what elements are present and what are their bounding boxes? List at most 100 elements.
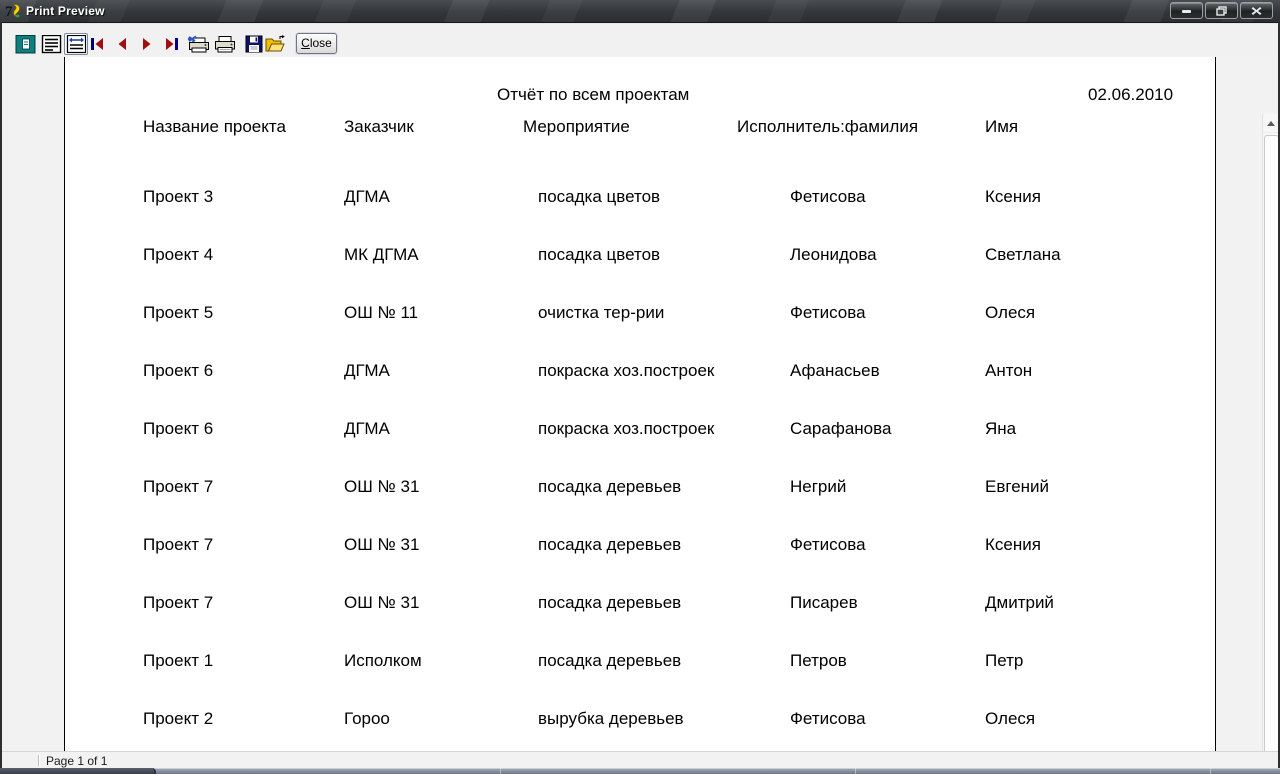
close-preview-button[interactable]: Close <box>296 33 337 54</box>
cell-executor-surname: Фетисова <box>790 303 866 322</box>
vertical-scrollbar[interactable] <box>1262 114 1279 774</box>
cell-customer: ДГМА <box>344 187 390 206</box>
svg-text:7: 7 <box>5 4 13 19</box>
column-header-first-name: Имя <box>985 117 1019 136</box>
cell-project-name: Проект 6 <box>143 419 214 438</box>
cell-first-name: Светлана <box>985 245 1061 264</box>
zoom-100-button[interactable] <box>39 33 63 55</box>
table-row: Проект 6 ДГМА покраска хоз.построек Афанась… <box>65 361 1215 381</box>
table-row: Проект 3 ДГМА посадка цветов Фетисова Ксения <box>65 187 1215 207</box>
cell-executor-surname: Фетисова <box>790 535 866 554</box>
table-row: Проект 7 ОШ № 31 посадка деревьев Фетисова К… <box>65 535 1215 555</box>
cell-project-name: Проект 4 <box>143 245 214 264</box>
cell-first-name: Дмитрий <box>985 593 1054 612</box>
status-bar-divider <box>38 755 39 766</box>
table-row: Проект 2 Гороо вырубка деревьев Фетисова Оле… <box>65 709 1215 729</box>
taskbar-strip <box>0 768 1280 774</box>
cell-project-name: Проект 7 <box>143 593 214 612</box>
table-row: Проект 4 МК ДГМА посадка цветов Леонидова Св… <box>65 245 1215 265</box>
restore-icon <box>1216 5 1227 16</box>
window-title: Print Preview <box>26 4 105 18</box>
column-header-executor-surname: Исполнитель:фамилия <box>737 117 919 136</box>
titlebar: 7 Print Preview <box>0 0 1280 23</box>
restore-button[interactable] <box>1205 2 1238 19</box>
first-page-icon <box>91 37 103 50</box>
page-indicator: Page 1 of 1 <box>46 754 108 768</box>
print-icon <box>214 35 235 52</box>
cell-activity: покраска хоз.построек <box>538 361 715 380</box>
table-row: Проект 6 ДГМА покраска хоз.построек Сарафан… <box>65 419 1215 439</box>
cell-activity: вырубка деревьев <box>538 709 684 728</box>
cell-project-name: Проект 5 <box>143 303 214 322</box>
next-page-button[interactable] <box>138 35 156 52</box>
cell-executor-surname: Писарев <box>790 593 858 612</box>
load-report-icon <box>265 35 285 52</box>
previous-page-button[interactable] <box>113 35 131 52</box>
print-button[interactable] <box>212 33 236 55</box>
minimize-button[interactable] <box>1170 2 1203 19</box>
cell-activity: посадка деревьев <box>538 477 682 496</box>
cell-customer: ДГМА <box>344 419 390 438</box>
zoom-100-icon <box>41 34 61 53</box>
column-header-activity: Мероприятие <box>523 117 630 136</box>
cell-activity: посадка цветов <box>538 187 661 206</box>
last-page-button[interactable] <box>163 35 181 52</box>
first-page-button[interactable] <box>88 35 106 52</box>
taskbar-divider <box>1210 768 1211 774</box>
cell-first-name: Ксения <box>985 187 1041 206</box>
cell-activity: покраска хоз.построек <box>538 419 715 438</box>
cell-first-name: Олеся <box>985 303 1036 322</box>
toolbar: Close <box>0 23 1280 58</box>
delphi7-app-icon: 7 <box>5 3 21 20</box>
column-header-project-name: Название проекта <box>143 117 286 136</box>
window-border-left <box>0 22 2 768</box>
cell-first-name: Яна <box>985 419 1017 438</box>
table-row: Проект 1 Исполком посадка деревьев Петров Пе… <box>65 651 1215 671</box>
cell-activity: посадка деревьев <box>538 651 682 670</box>
scroll-up-button[interactable] <box>1263 114 1279 133</box>
cell-executor-surname: Афанасьев <box>790 361 880 380</box>
cell-executor-surname: Негрий <box>790 477 847 496</box>
table-row: Проект 7 ОШ № 31 посадка деревьев Негрий Евг… <box>65 477 1215 497</box>
zoom-to-fit-icon <box>15 34 35 53</box>
cell-customer: ОШ № 31 <box>344 477 420 496</box>
zoom-page-width-button[interactable] <box>64 33 88 55</box>
cell-project-name: Проект 7 <box>143 477 214 496</box>
cell-project-name: Проект 7 <box>143 535 214 554</box>
last-page-icon <box>166 37 178 50</box>
close-icon <box>1251 6 1262 15</box>
cell-project-name: Проект 3 <box>143 187 214 206</box>
cell-customer: ДГМА <box>344 361 390 380</box>
cell-executor-surname: Леонидова <box>790 245 877 264</box>
scrollbar-thumb[interactable] <box>1264 135 1279 774</box>
report-page: Отчёт по всем проектам 02.06.2010 Назван… <box>64 57 1216 751</box>
report-title: Отчёт по всем проектам <box>497 85 690 104</box>
cell-customer: МК ДГМА <box>344 245 419 264</box>
taskbar-divider <box>500 768 501 774</box>
taskbar-segment <box>0 768 156 774</box>
cell-project-name: Проект 2 <box>143 709 214 728</box>
cell-executor-surname: Фетисова <box>790 187 866 206</box>
arrow-up-icon <box>1267 120 1275 126</box>
cell-activity: очистка тер-рии <box>538 303 665 322</box>
load-report-button[interactable] <box>263 33 287 55</box>
cell-first-name: Антон <box>985 361 1033 380</box>
zoom-page-width-icon <box>66 34 86 53</box>
cell-first-name: Олеся <box>985 709 1036 728</box>
close-window-button[interactable] <box>1240 2 1273 19</box>
taskbar-divider <box>855 768 856 774</box>
cell-activity: посадка деревьев <box>538 593 682 612</box>
cell-project-name: Проект 1 <box>143 651 214 670</box>
printer-setup-button[interactable] <box>186 33 210 55</box>
cell-executor-surname: Сарафанова <box>790 419 892 438</box>
cell-activity: посадка деревьев <box>538 535 682 554</box>
cell-customer: ОШ № 31 <box>344 593 420 612</box>
preview-area: Отчёт по всем проектам 02.06.2010 Назван… <box>0 57 1280 774</box>
minimize-icon <box>1182 10 1191 13</box>
printer-setup-icon <box>187 35 209 52</box>
zoom-to-fit-button[interactable] <box>13 33 37 55</box>
cell-first-name: Ксения <box>985 535 1041 554</box>
cell-customer: ОШ № 11 <box>344 303 419 322</box>
report-date: 02.06.2010 <box>1088 85 1174 104</box>
column-header-customer: Заказчик <box>344 117 414 136</box>
